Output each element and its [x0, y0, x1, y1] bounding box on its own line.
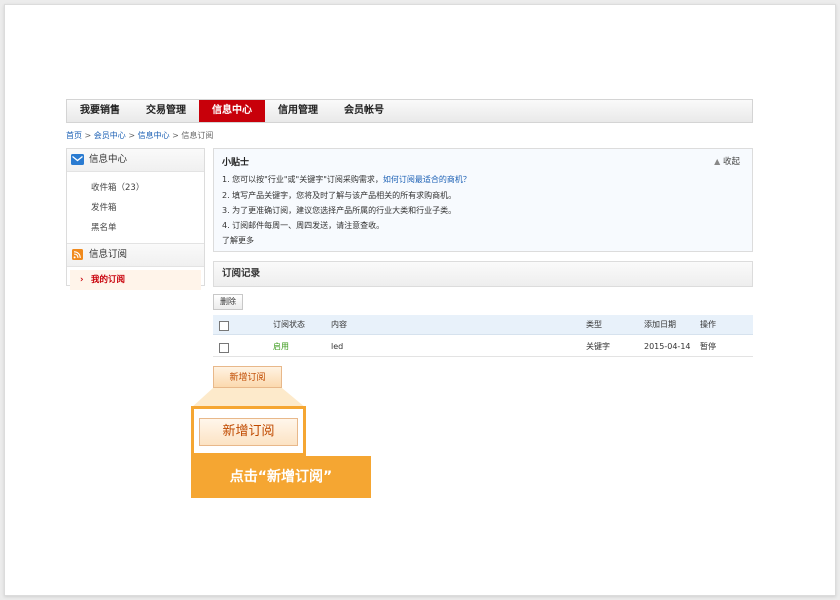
tab-sell[interactable]: 我要销售 — [67, 100, 133, 122]
tip-line-1: 1. 您可以按"行业"或"关键字"订阅采购需求，如何订阅最适合的商机？ — [222, 174, 471, 185]
tip-line-3: 3. 为了更准确订阅，建议您选择产品所属的行业大类和行业子类。 — [222, 206, 457, 215]
col-content: 内容 — [331, 320, 347, 329]
sidebar-group-label: 信息中心 — [89, 154, 128, 165]
sidebar-item-label: 我的订阅 — [91, 275, 126, 285]
row-type: 关键字 — [586, 342, 610, 351]
sidebar-group-subscription[interactable]: 信息订阅 — [67, 243, 204, 267]
how-to-subscribe-link[interactable]: 如何订阅最适合的商机？ — [383, 175, 471, 184]
add-subscription-button[interactable]: 新增订阅 — [213, 366, 282, 388]
row-status: 启用 — [273, 342, 289, 351]
mail-icon — [71, 154, 84, 165]
col-status: 订阅状态 — [273, 320, 305, 329]
col-date: 添加日期 — [644, 320, 676, 329]
section-title: 订阅记录 — [213, 261, 753, 287]
col-type: 类型 — [586, 320, 602, 329]
breadcrumb: 首页 > 会员中心 > 信息中心 > 信息订阅 — [66, 130, 213, 141]
tips-title: 小贴士 — [222, 158, 250, 168]
sidebar-item-inbox[interactable]: 收件箱（23） — [67, 178, 204, 198]
callout-zoom-box: 新增订阅 — [191, 406, 306, 456]
tab-credit[interactable]: 信用管理 — [265, 100, 331, 122]
table-header: 订阅状态 内容 类型 添加日期 操作 — [213, 315, 753, 335]
breadcrumb-member[interactable]: 会员中心 — [94, 131, 126, 140]
table-row: 启用 led 关键字 2015-04-14 暂停 — [213, 337, 753, 357]
callout-add-subscription-button: 新增订阅 — [199, 418, 298, 446]
tips-panel: 小贴士 ▲ 收起 1. 您可以按"行业"或"关键字"订阅采购需求，如何订阅最适合… — [213, 148, 753, 252]
top-nav: 我要销售 交易管理 信息中心 信用管理 会员帐号 — [66, 99, 753, 123]
sidebar-item-my-subscriptions[interactable]: › 我的订阅 — [70, 270, 201, 290]
tab-info-center[interactable]: 信息中心 — [199, 100, 265, 122]
tab-account[interactable]: 会员帐号 — [331, 100, 397, 122]
breadcrumb-sep: > — [128, 131, 136, 140]
tip-line-4: 4. 订阅邮件每周一、周四发送，请注意查收。 — [222, 221, 385, 230]
delete-button[interactable]: 删除 — [213, 294, 243, 310]
pause-link[interactable]: 暂停 — [700, 337, 716, 357]
breadcrumb-sep: > — [172, 131, 179, 140]
breadcrumb-info[interactable]: 信息中心 — [138, 131, 170, 140]
sidebar: 信息中心 收件箱（23） 发件箱 黑名单 信息订阅 › 我的订阅 — [66, 148, 205, 290]
sidebar-item-outbox[interactable]: 发件箱 — [67, 198, 204, 218]
tab-trade[interactable]: 交易管理 — [133, 100, 199, 122]
screenshot-frame — [4, 4, 836, 596]
row-date: 2015-04-14 — [644, 342, 691, 351]
learn-more-link[interactable]: 了解更多 — [222, 235, 254, 246]
sidebar-item-blacklist[interactable]: 黑名单 — [67, 218, 204, 238]
tip-line-1-text: 1. 您可以按"行业"或"关键字"订阅采购需求， — [222, 175, 383, 184]
collapse-label: 收起 — [722, 157, 740, 167]
callout-instruction-banner: 点击“新增订阅” — [191, 456, 371, 498]
rss-icon — [72, 249, 83, 260]
sidebar-group-info-center[interactable]: 信息中心 — [67, 149, 204, 172]
triangle-up-icon: ▲ — [714, 157, 721, 166]
col-action: 操作 — [700, 320, 716, 329]
breadcrumb-sep: > — [84, 131, 92, 140]
row-checkbox[interactable] — [219, 343, 229, 353]
sidebar-group-label: 信息订阅 — [89, 249, 128, 260]
select-all-checkbox[interactable] — [219, 321, 229, 331]
breadcrumb-current: 信息订阅 — [181, 131, 214, 140]
chevron-right-icon: › — [80, 275, 84, 285]
breadcrumb-home[interactable]: 首页 — [66, 131, 82, 140]
tip-line-2: 2. 填写产品关键字，您将及时了解与该产品相关的所有求购商机。 — [222, 191, 457, 200]
collapse-toggle[interactable]: ▲ 收起 — [714, 155, 740, 167]
row-content: led — [331, 342, 344, 351]
